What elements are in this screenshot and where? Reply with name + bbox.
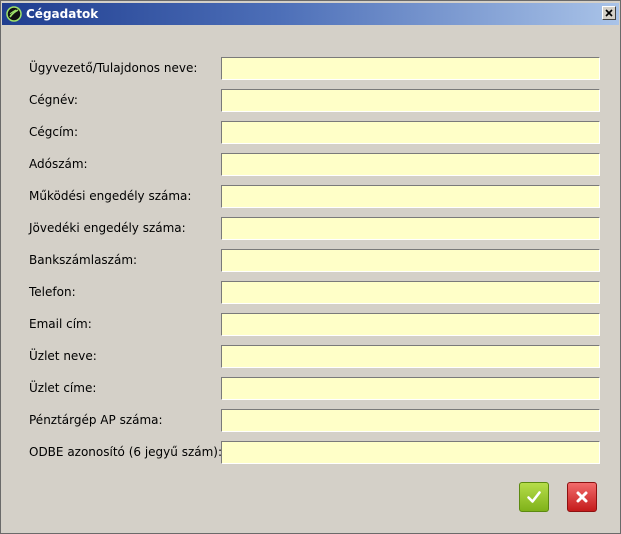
form-row-phone: Telefon: [1,281,621,305]
form-row-operating-license: Működési engedély száma: [1,185,621,209]
checkmark-icon [527,491,541,503]
tax-number-input[interactable] [221,153,600,176]
form-row-shop-address: Üzlet címe: [1,377,621,401]
window-title: Cégadatok [26,7,99,21]
shop-address-input[interactable] [221,377,600,400]
shop-name-input[interactable] [221,345,600,368]
bank-account-label: Bankszámlaszám: [29,253,138,267]
company-address-input[interactable] [221,121,600,144]
cross-icon [576,491,588,503]
email-label: Email cím: [29,317,92,331]
close-icon [605,9,613,17]
excise-license-input[interactable] [221,217,600,240]
operating-license-label: Működési engedély száma: [29,189,192,203]
cancel-button[interactable] [567,482,597,512]
odbe-id-label: ODBE azonosító (6 jegyű szám): [29,445,223,459]
app-icon [6,6,22,22]
shop-name-label: Üzlet neve: [29,349,97,363]
form-row-bank-account: Bankszámlaszám: [1,249,621,273]
company-name-label: Cégnév: [29,93,78,107]
owner-name-label: Ügyvezető/Tulajdonos neve: [29,61,198,75]
company-address-label: Cégcím: [29,125,79,139]
owner-name-input[interactable] [221,57,600,80]
phone-label: Telefon: [29,285,76,299]
excise-license-label: Jövedéki engedély száma: [29,221,186,235]
operating-license-input[interactable] [221,185,600,208]
form-row-email: Email cím: [1,313,621,337]
tax-number-label: Adószám: [29,157,88,171]
close-button[interactable] [602,6,616,20]
odbe-id-input[interactable] [221,441,600,464]
ok-button[interactable] [519,482,549,512]
register-ap-label: Pénztárgép AP száma: [29,413,163,427]
form-row-company-name: Cégnév: [1,89,621,113]
form-row-owner-name: Ügyvezető/Tulajdonos neve: [1,57,621,81]
form-row-excise-license: Jövedéki engedély száma: [1,217,621,241]
form-row-shop-name: Üzlet neve: [1,345,621,369]
form-row-tax-number: Adószám: [1,153,621,177]
form-row-odbe-id: ODBE azonosító (6 jegyű szám): [1,441,621,465]
bank-account-input[interactable] [221,249,600,272]
title-bar[interactable]: Cégadatok [2,3,619,25]
company-data-window: Cégadatok Ügyvezető/Tulajdonos neve: Cég… [0,0,621,534]
shop-address-label: Üzlet címe: [29,381,97,395]
form-row-company-address: Cégcím: [1,121,621,145]
company-name-input[interactable] [221,89,600,112]
form-row-register-ap: Pénztárgép AP száma: [1,409,621,433]
phone-input[interactable] [221,281,600,304]
email-input[interactable] [221,313,600,336]
register-ap-input[interactable] [221,409,600,432]
